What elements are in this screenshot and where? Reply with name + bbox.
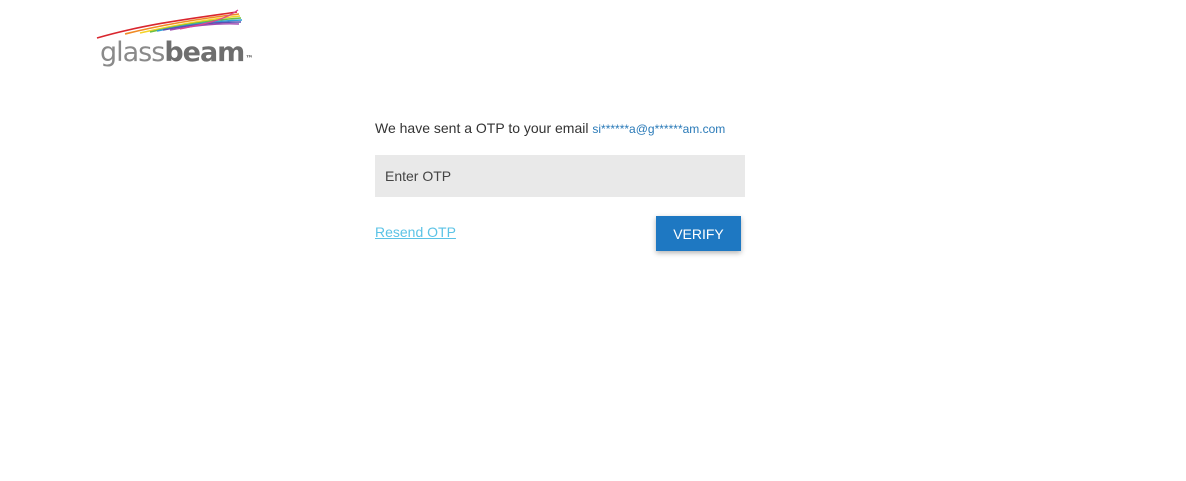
otp-page: glassbeam™ We have sent a OTP to your em…: [0, 0, 1186, 481]
otp-actions: Resend OTP VERIFY: [375, 216, 745, 251]
otp-input[interactable]: [375, 155, 745, 197]
otp-sent-message: We have sent a OTP to your email si*****…: [375, 118, 745, 139]
masked-email: si******a@g******am.com: [592, 122, 726, 136]
logo-text-bold: beam: [164, 37, 245, 68]
trademark-symbol: ™: [245, 54, 254, 63]
verify-button[interactable]: VERIFY: [656, 216, 741, 251]
otp-message-text: We have sent a OTP to your email: [375, 120, 589, 136]
otp-form: We have sent a OTP to your email si*****…: [375, 118, 745, 251]
glassbeam-logo: glassbeam™: [95, 8, 255, 72]
logo-text-light: glass: [100, 37, 165, 68]
logo-wordmark: glassbeam™: [100, 37, 254, 69]
resend-otp-link[interactable]: Resend OTP: [375, 224, 456, 240]
